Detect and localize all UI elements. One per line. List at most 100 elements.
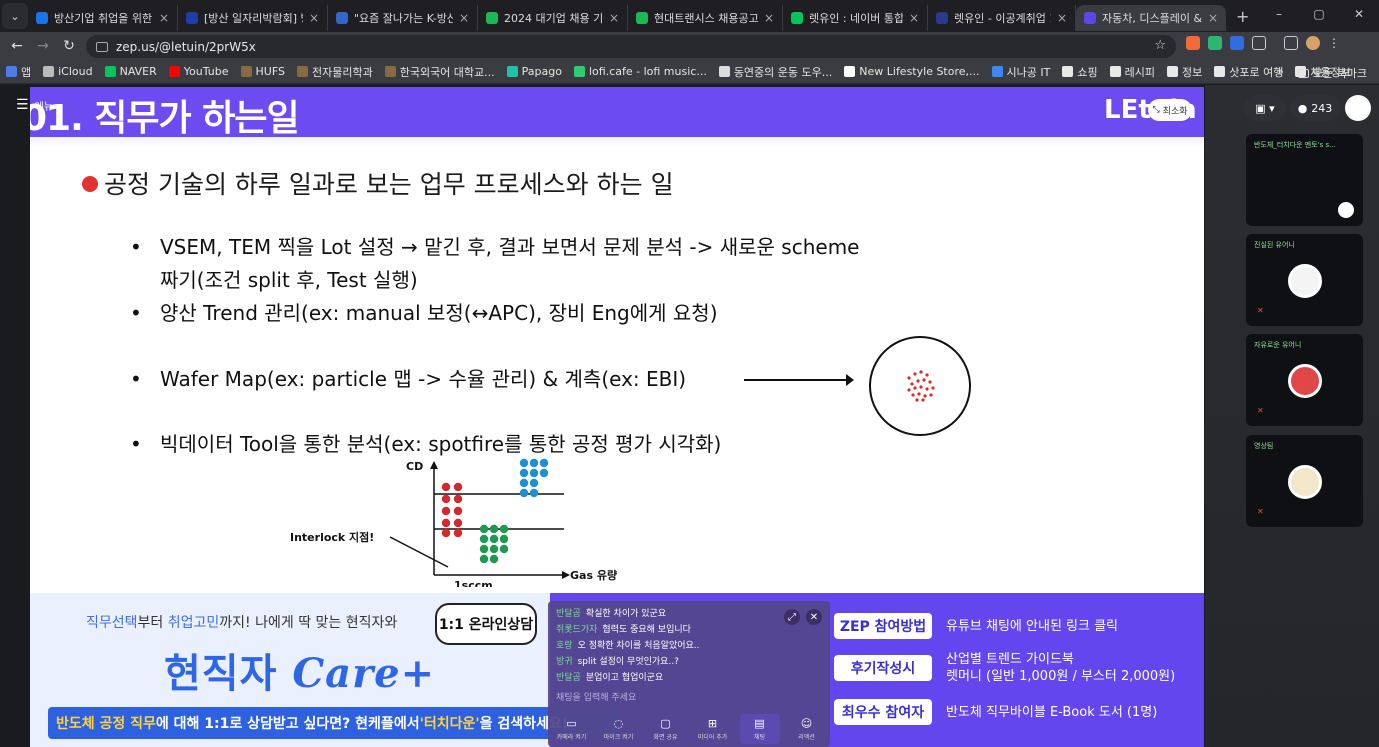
bookmark-star-icon[interactable]: ☆ xyxy=(1154,38,1166,53)
participant-video-card[interactable]: 진실된 유어니 ✕ xyxy=(1246,234,1363,326)
bookmark-item[interactable]: lofi.cafe - lofi music... xyxy=(573,64,707,80)
new-tab-button[interactable]: + xyxy=(1236,7,1249,26)
browser-tab[interactable]: "요즘 잘나가는 K-방산 주 × xyxy=(328,5,478,31)
reload-icon[interactable]: ↻ xyxy=(56,38,82,54)
tab-title: 2024 대기업 채용 기업별 xyxy=(504,12,603,25)
browser-tab[interactable]: [방산 일자리박람회] 방산 × xyxy=(178,5,328,31)
chat-tool-button[interactable]: ▤ 채팅 xyxy=(739,714,780,744)
bookmark-label: 정보 xyxy=(1181,65,1203,79)
tool-icon: ◌ xyxy=(613,717,624,730)
bookmarks-overflow-button[interactable]: » xyxy=(1277,65,1284,81)
browser-tab[interactable]: 자동차, 디스플레이 & × xyxy=(1076,5,1226,31)
user-count-button[interactable]: ● 243 xyxy=(1290,95,1340,121)
bookmark-item[interactable]: iCloud xyxy=(43,64,93,80)
close-tab-icon[interactable]: × xyxy=(1208,11,1218,25)
back-icon[interactable]: ← xyxy=(4,38,30,54)
forward-icon[interactable]: → xyxy=(30,38,56,54)
chat-tool-button[interactable]: ⊞ 미디어 추가 xyxy=(693,717,733,741)
bookmark-item[interactable]: 삿포로 여행 xyxy=(1214,64,1283,80)
sidepanel-icon[interactable] xyxy=(1284,36,1298,50)
close-tab-icon[interactable]: × xyxy=(159,11,169,25)
browser-tab[interactable]: 방산기업 취업을 위한 전 × xyxy=(28,5,178,31)
chat-text: 분업이고 협업이군요 xyxy=(585,673,664,683)
bookmark-item[interactable]: 정보 xyxy=(1166,64,1203,80)
folder-icon xyxy=(1297,68,1309,78)
promo-tagline: 직무선택부터 취업고민까지! 나에게 딱 맞는 현직자와 xyxy=(86,612,397,632)
bookmark-item[interactable]: 전자물리학과 xyxy=(296,64,373,80)
layout-toggle-button[interactable]: ▣ ▾ xyxy=(1244,95,1286,121)
interlock-pointer xyxy=(389,536,449,568)
data-point-blue xyxy=(539,458,549,468)
bookmark-item[interactable]: HUFS xyxy=(240,64,285,80)
data-point-red xyxy=(441,518,451,528)
close-tab-icon[interactable]: × xyxy=(1057,11,1067,25)
promo-pill: 최우수 참여자 xyxy=(834,699,932,725)
data-point-blue xyxy=(519,468,529,478)
wafer-particle xyxy=(928,380,932,384)
all-bookmarks-folder[interactable]: 모든 북마크 xyxy=(1297,65,1367,81)
extension-icon[interactable] xyxy=(1230,36,1244,50)
expand-chat-icon[interactable]: ⤢ xyxy=(784,609,800,625)
banner-text: 에 대해 1:1로 상담받고 싶다면? 현케플에서 xyxy=(155,716,420,732)
wafer-particle xyxy=(929,393,933,397)
chat-tool-button[interactable]: ◌ 마이크 켜기 xyxy=(599,717,639,741)
bookmark-item[interactable]: NAVER xyxy=(104,64,157,80)
close-window-button[interactable]: ✕ xyxy=(1339,7,1379,21)
bookmark-item[interactable]: 동연중의 운동 도우... xyxy=(718,64,832,80)
bookmark-icon xyxy=(43,66,55,77)
bookmark-icon xyxy=(384,66,396,77)
promo-row-text: 반도체 직무바이블 E-Book 도서 (1명) xyxy=(946,704,1158,720)
close-chat-icon[interactable]: ✕ xyxy=(806,609,822,625)
bookmark-item[interactable]: New Lifestyle Store,... xyxy=(844,64,980,80)
minimize-window-button[interactable]: – xyxy=(1259,7,1299,21)
browser-tab[interactable]: 렛유인 : 네이버 통합검색 × xyxy=(783,5,928,31)
participant-video-card[interactable]: 반도체_터치다운 멘토's s... xyxy=(1246,134,1363,226)
y-axis-arrow xyxy=(430,461,438,469)
browser-tab[interactable]: 현대트랜시스 채용공고, 1 × xyxy=(628,5,783,31)
bookmark-item[interactable]: 앱 xyxy=(6,64,31,80)
maximize-window-button[interactable]: ▢ xyxy=(1299,7,1339,21)
bookmark-item[interactable]: 한국외국어 대학교... xyxy=(384,64,495,80)
bookmark-item[interactable]: 쇼핑 xyxy=(1062,64,1098,80)
menu-label: 메뉴 xyxy=(34,101,53,113)
close-tab-icon[interactable]: × xyxy=(909,11,919,25)
layout-icon: ▣ ▾ xyxy=(1255,101,1275,115)
bookmark-item[interactable]: 레시피 xyxy=(1109,64,1155,80)
url-text: zep.us/@letuin/2prW5x xyxy=(116,39,256,54)
bookmark-label: 레시피 xyxy=(1124,65,1155,79)
browser-tab[interactable]: 2024 대기업 채용 기업별 × xyxy=(478,5,628,31)
extension-icon[interactable] xyxy=(1208,36,1222,50)
more-menu-icon[interactable]: ⋮ xyxy=(1328,36,1340,50)
chat-tool-button[interactable]: ☺ 리액션 xyxy=(787,717,827,741)
site-info-icon[interactable] xyxy=(96,41,108,52)
url-field[interactable]: zep.us/@letuin/2prW5x ☆ xyxy=(86,35,1176,58)
profile-avatar[interactable] xyxy=(1306,36,1320,50)
interlock-annotation: Interlock 지점! xyxy=(290,530,374,544)
chat-tool-button[interactable]: ▢ 화면 공유 xyxy=(646,717,686,741)
close-tab-icon[interactable]: × xyxy=(764,11,774,25)
browser-tab[interactable]: 렛유인 - 이공계취업 1위 × xyxy=(928,5,1076,31)
chat-tool-button[interactable]: ▭ 카메라 켜기 xyxy=(552,717,592,741)
close-tab-icon[interactable]: × xyxy=(609,11,619,25)
wafer-map-diagram xyxy=(869,336,971,436)
cd-vs-gas-chart: CD Gas 유량 1sccm Interlock 지점! xyxy=(290,458,617,587)
bookmark-item[interactable]: 시나공 IT xyxy=(991,64,1050,80)
participant-video-card[interactable]: 자유로운 유어니 ✕ xyxy=(1246,334,1363,426)
my-avatar[interactable] xyxy=(1345,95,1371,121)
minimize-slide-button[interactable]: ⤡ 최소화 xyxy=(1148,99,1192,121)
tagline-highlight: 취업고민 xyxy=(167,615,220,631)
participant-name: 진실된 유어니 xyxy=(1254,241,1295,249)
promo-row-text: 산업별 트렌드 가이드북 렛머니 (일반 1,000원 / 부스터 2,000원… xyxy=(946,652,1176,684)
close-tab-icon[interactable]: × xyxy=(309,11,319,25)
chat-input[interactable]: 채팅을 입력해 주세요 xyxy=(556,690,636,703)
extension-icon[interactable] xyxy=(1186,36,1200,50)
participant-video-card[interactable]: 영상팀 ✕ xyxy=(1246,435,1363,527)
bookmark-label: YouTube xyxy=(183,65,229,78)
bookmark-item[interactable]: YouTube xyxy=(168,64,229,80)
bookmark-item[interactable]: Papago xyxy=(506,64,562,80)
tab-favicon xyxy=(186,12,198,24)
puzzle-icon[interactable] xyxy=(1252,36,1266,50)
zep-menu-button[interactable]: ☰ 메뉴 xyxy=(16,97,53,113)
close-tab-icon[interactable]: × xyxy=(459,11,469,25)
tab-search-icon[interactable]: ⌄ xyxy=(2,3,28,29)
